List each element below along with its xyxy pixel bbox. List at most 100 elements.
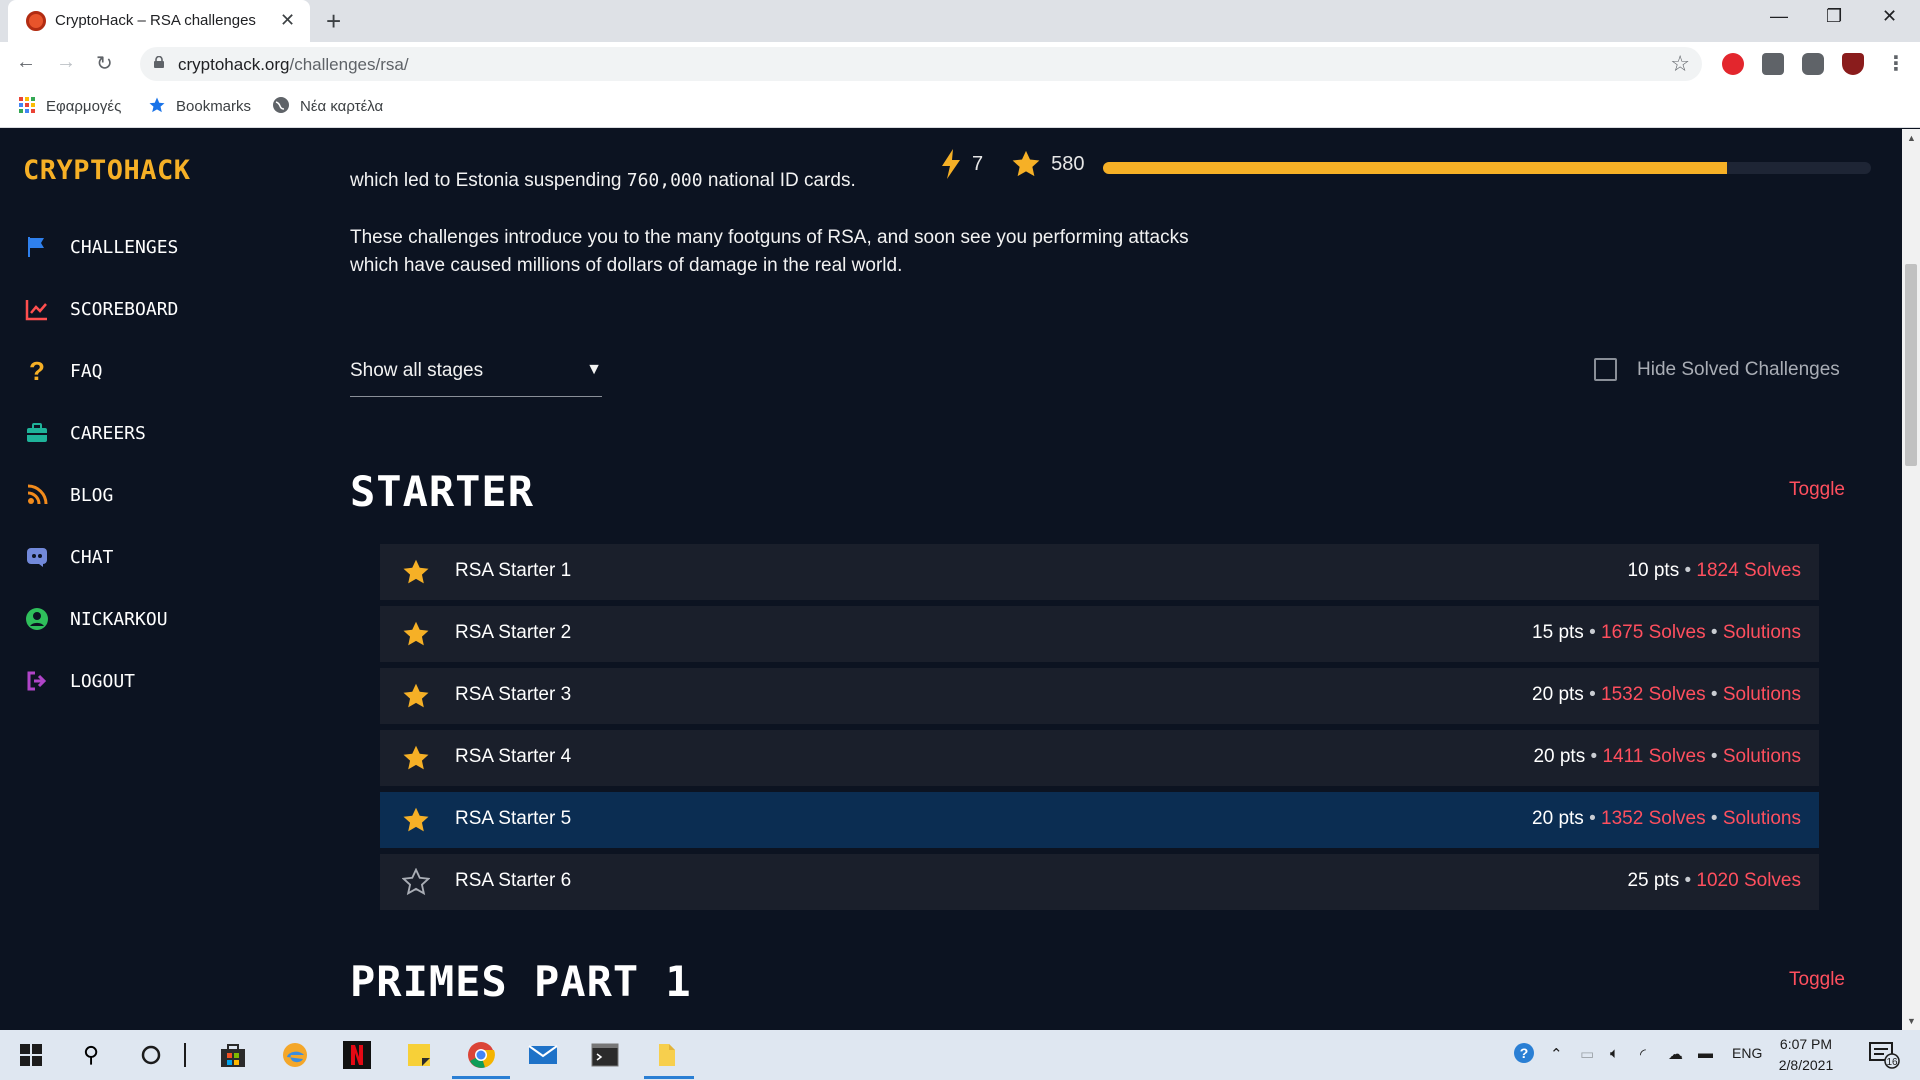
checkbox-box[interactable] — [1594, 358, 1617, 381]
scroll-down-icon[interactable]: ▼ — [1907, 1016, 1916, 1026]
onedrive-icon[interactable]: ☁︎ — [1668, 1045, 1683, 1063]
nav-label: CHAT — [70, 546, 114, 568]
wifi-icon[interactable]: ◜ — [1640, 1045, 1646, 1063]
nav-logout[interactable]: LOGOUT — [24, 667, 135, 695]
challenge-row[interactable]: RSA Starter 6 25 pts • 1020 Solves • — [380, 854, 1819, 910]
active-app-indicator — [644, 1076, 694, 1079]
language-indicator[interactable]: ENG — [1732, 1045, 1762, 1061]
puzzle-extensions-icon[interactable] — [1802, 53, 1824, 75]
nav-careers[interactable]: CAREERS — [24, 419, 146, 447]
nav-chat[interactable]: CHAT — [24, 543, 113, 571]
battery-icon[interactable]: ▬ — [1698, 1045, 1713, 1062]
edge-browser-icon[interactable] — [280, 1040, 310, 1070]
active-app-indicator — [452, 1076, 510, 1079]
challenge-meta: 25 pts • 1020 Solves • — [1627, 870, 1801, 891]
solutions-link[interactable]: Solutions — [1723, 746, 1801, 767]
windows-start-icon[interactable] — [16, 1040, 46, 1070]
challenge-row[interactable]: RSA Starter 5 20 pts • 1352 Solves • Sol… — [380, 792, 1819, 848]
solves-link[interactable]: 1532 Solves — [1601, 684, 1706, 705]
new-tab-icon[interactable]: + — [326, 6, 341, 37]
window-close-icon[interactable]: ✕ — [1882, 6, 1897, 27]
scroll-up-icon[interactable]: ▲ — [1907, 133, 1916, 143]
svg-text:?: ? — [1520, 1045, 1529, 1061]
nav-label: NICKARKOU — [70, 608, 168, 630]
nav-label: FAQ — [70, 360, 103, 382]
address-bar[interactable]: cryptohack.org/challenges/rsa/ ☆ — [140, 47, 1702, 81]
hide-solved-checkbox[interactable]: Hide Solved Challenges — [1594, 358, 1840, 381]
search-icon[interactable]: ⚲ — [76, 1040, 106, 1070]
logout-icon — [24, 668, 50, 694]
browser-toolbar: ← → ↻ cryptohack.org/challenges/rsa/ ☆ ⋮ — [0, 42, 1920, 86]
challenge-row[interactable]: RSA Starter 4 20 pts • 1411 Solves • Sol… — [380, 730, 1819, 786]
challenge-name: RSA Starter 1 — [455, 560, 572, 581]
solutions-link[interactable]: Solutions — [1723, 622, 1801, 643]
solutions-link[interactable]: Solutions — [1723, 684, 1801, 705]
progress-fill — [1103, 162, 1728, 174]
terminal-icon[interactable] — [590, 1040, 620, 1070]
store-icon[interactable] — [218, 1040, 248, 1070]
system-clock[interactable]: 6:07 PM 2/8/2021 — [1766, 1034, 1846, 1076]
toggle-link[interactable]: Toggle — [1789, 479, 1845, 501]
nav-scoreboard[interactable]: SCOREBOARD — [24, 295, 178, 323]
browser-tab-strip: CryptoHack – RSA challenges ✕ + — ❐ ✕ — [0, 0, 1920, 42]
bookmark-folder[interactable]: Bookmarks — [148, 96, 251, 115]
cortana-icon[interactable] — [136, 1040, 166, 1070]
help-icon[interactable]: ? — [1512, 1043, 1536, 1069]
apps-grid-icon — [19, 97, 35, 113]
forward-icon[interactable]: → — [56, 51, 76, 74]
solves-link[interactable]: 1020 Solves — [1696, 870, 1801, 891]
reload-icon[interactable]: ↻ — [96, 51, 113, 76]
sticky-notes-icon[interactable] — [404, 1040, 434, 1070]
facebook-icon[interactable] — [1762, 53, 1784, 75]
bookmark-new-tab[interactable]: Νέα καρτέλα — [272, 96, 383, 115]
solutions-link[interactable]: Solutions — [1723, 808, 1801, 829]
solves-link[interactable]: 1411 Solves — [1602, 746, 1705, 767]
lightning-icon — [942, 149, 960, 179]
chrome-icon[interactable] — [466, 1040, 496, 1070]
browser-tab[interactable]: CryptoHack – RSA challenges ✕ — [8, 0, 310, 42]
netflix-icon[interactable] — [342, 1040, 372, 1070]
challenge-meta: 10 pts • 1824 Solves • — [1627, 560, 1801, 581]
back-icon[interactable]: ← — [16, 51, 36, 74]
adblock-plus-icon[interactable] — [1722, 53, 1744, 75]
score-value: 580 — [1051, 152, 1085, 175]
challenge-row[interactable]: RSA Starter 2 15 pts • 1675 Solves • Sol… — [380, 606, 1819, 662]
challenge-row[interactable]: RSA Starter 1 10 pts • 1824 Solves • — [380, 544, 1819, 600]
nav-label: SCOREBOARD — [70, 298, 179, 320]
nav-challenges[interactable]: CHALLENGES — [24, 233, 178, 261]
solves-link[interactable]: 1352 Solves — [1601, 808, 1706, 829]
page-scrollbar[interactable]: ▲ ▼ — [1902, 129, 1920, 1030]
mail-icon[interactable] — [528, 1040, 558, 1070]
windows-taskbar: ⚲ ? ⌃ ▭ 🔈︎ ◜ ☁︎ ▬ ENG 6:07 PM 2/8/2021 1… — [0, 1030, 1920, 1080]
challenge-row[interactable]: RSA Starter 3 20 pts • 1532 Solves • Sol… — [380, 668, 1819, 724]
shield-extension-icon[interactable] — [1842, 53, 1864, 75]
globe-icon — [273, 97, 289, 113]
challenge-meta: 20 pts • 1411 Solves • Solutions — [1533, 746, 1801, 767]
show-hidden-icons[interactable]: ⌃ — [1550, 1045, 1563, 1063]
challenge-name: RSA Starter 5 — [455, 808, 572, 829]
bookmark-star-icon[interactable]: ☆ — [1670, 51, 1690, 77]
nav-blog[interactable]: BLOG — [24, 481, 113, 509]
task-view-icon[interactable] — [182, 1040, 188, 1070]
volume-icon[interactable]: 🔈︎ — [1610, 1045, 1619, 1062]
url-text: cryptohack.org/challenges/rsa/ — [178, 55, 409, 74]
site-logo[interactable]: CRYPTOHACK — [23, 155, 191, 186]
minimize-icon[interactable]: — — [1770, 6, 1788, 27]
bookmark-apps[interactable]: Εφαρμογές — [18, 96, 121, 115]
notifications-icon[interactable]: 16 — [1868, 1040, 1902, 1074]
display-icon[interactable]: ▭ — [1580, 1045, 1594, 1063]
solves-link[interactable]: 1824 Solves — [1696, 560, 1801, 581]
close-tab-icon[interactable]: ✕ — [280, 10, 295, 31]
scrollbar-thumb[interactable] — [1905, 264, 1917, 466]
chart-line-icon — [24, 296, 50, 322]
nav-user-profile[interactable]: NICKARKOU — [24, 605, 168, 633]
question-icon: ? — [29, 355, 45, 386]
file-explorer-icon[interactable] — [652, 1040, 682, 1070]
nav-faq[interactable]: ? FAQ — [24, 355, 103, 386]
toggle-link[interactable]: Toggle — [1789, 969, 1845, 991]
solves-link[interactable]: 1675 Solves — [1601, 622, 1706, 643]
stage-select[interactable]: Show all stages ▼ — [350, 355, 602, 397]
browser-menu-icon[interactable]: ⋮ — [1886, 51, 1906, 76]
maximize-icon[interactable]: ❐ — [1826, 6, 1842, 27]
lock-icon — [154, 56, 164, 68]
